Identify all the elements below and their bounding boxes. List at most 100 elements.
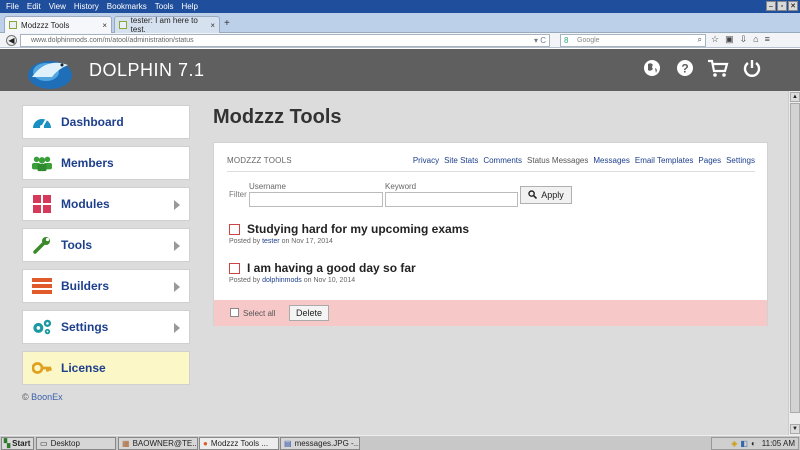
- select-all-checkbox[interactable]: [230, 308, 239, 317]
- cart-icon[interactable]: [707, 57, 729, 79]
- post-checkbox[interactable]: [229, 224, 240, 235]
- menu-icon[interactable]: ≡: [765, 34, 770, 45]
- reload-icon[interactable]: C: [540, 36, 546, 45]
- scrollbar-thumb[interactable]: [790, 103, 800, 413]
- system-tray: ◈ ◧ ◐ 11:05 AM: [711, 437, 799, 450]
- users-icon: [32, 153, 52, 173]
- search-icon[interactable]: ⌕: [698, 35, 702, 45]
- panel-menu-messages[interactable]: Messages: [593, 156, 629, 165]
- username-input[interactable]: [249, 192, 383, 207]
- delete-button[interactable]: Delete: [289, 305, 329, 321]
- minimize-icon[interactable]: –: [766, 1, 776, 11]
- menu-bar: File Edit View History Bookmarks Tools H…: [0, 0, 800, 13]
- tab-close-icon[interactable]: ×: [102, 21, 107, 30]
- chevron-right-icon: [174, 282, 180, 292]
- help-icon[interactable]: ?: [674, 57, 696, 79]
- panel-menu-comments[interactable]: Comments: [483, 156, 522, 165]
- chevron-right-icon: [174, 323, 180, 333]
- page-title: Modzzz Tools: [213, 106, 342, 128]
- post-prefix: Posted by: [229, 238, 261, 245]
- dropdown-icon[interactable]: ▾: [534, 36, 538, 45]
- copyright-symbol: ©: [22, 392, 29, 402]
- sidebar-item-modules[interactable]: Modules: [22, 187, 190, 221]
- windows-logo-icon: ▚: [4, 439, 11, 448]
- panel-menu-site-stats[interactable]: Site Stats: [444, 156, 478, 165]
- panel-title: MODZZZ TOOLS: [227, 156, 292, 165]
- post-author-link[interactable]: dolphinmods: [262, 277, 302, 284]
- shield-icon[interactable]: ◈: [731, 439, 737, 448]
- sidebar: Dashboard Members Modules Tools Builders…: [22, 105, 190, 402]
- browser-toolbar-icons: ☆ ▣ ⇩ ⌂ ≡: [711, 34, 770, 45]
- desktop-icon: ▭: [40, 439, 48, 448]
- taskbar-item-browser[interactable]: ● Modzzz Tools ...: [199, 437, 279, 450]
- navigation-bar: ◀ www.dolphinmods.com/m/atool/administra…: [0, 33, 800, 48]
- post-checkbox[interactable]: [229, 263, 240, 274]
- panel-menu-pages[interactable]: Pages: [698, 156, 721, 165]
- wrench-icon: [32, 235, 52, 255]
- apply-label: Apply: [541, 190, 564, 200]
- gears-icon: [32, 317, 52, 337]
- menu-tools[interactable]: Tools: [155, 2, 174, 11]
- panel-menu-status-messages[interactable]: Status Messages: [527, 156, 588, 165]
- volume-icon[interactable]: ◐: [751, 439, 756, 448]
- scroll-down-icon[interactable]: ▼: [790, 424, 800, 434]
- bookmark-star-icon[interactable]: ☆: [711, 34, 719, 45]
- menu-view[interactable]: View: [49, 2, 66, 11]
- panel-menu-settings[interactable]: Settings: [726, 156, 755, 165]
- globe-icon[interactable]: [641, 57, 663, 79]
- sidebar-item-license[interactable]: License: [22, 351, 190, 385]
- menu-help[interactable]: Help: [181, 2, 197, 11]
- post-prefix: Posted by: [229, 277, 261, 284]
- content-area: Dashboard Members Modules Tools Builders…: [0, 91, 800, 435]
- taskbar-item-messages[interactable]: ▤ messages.JPG -...: [280, 437, 360, 450]
- dolphin-logo-icon[interactable]: [22, 51, 78, 91]
- clipboard-icon[interactable]: ▣: [725, 34, 734, 45]
- taskbar-item-baowner[interactable]: ▦ BAOWNER@TE...: [118, 437, 198, 450]
- tab-modzzz-tools[interactable]: Modzzz Tools ×: [4, 16, 112, 33]
- apply-button[interactable]: Apply: [520, 186, 572, 204]
- keyword-input[interactable]: [385, 192, 518, 207]
- new-tab-button[interactable]: +: [224, 18, 230, 29]
- sidebar-item-dashboard[interactable]: Dashboard: [22, 105, 190, 139]
- panel-menu-email-templates[interactable]: Email Templates: [635, 156, 694, 165]
- close-icon[interactable]: ✕: [788, 1, 798, 11]
- sidebar-item-label: Modules: [61, 197, 110, 211]
- post-author-link[interactable]: tester: [262, 238, 280, 245]
- sidebar-item-members[interactable]: Members: [22, 146, 190, 180]
- home-icon[interactable]: ⌂: [753, 34, 758, 45]
- scroll-up-icon[interactable]: ▲: [790, 92, 800, 102]
- boonex-link[interactable]: BoonEx: [31, 392, 63, 402]
- network-icon[interactable]: ◧: [740, 439, 748, 448]
- sidebar-item-builders[interactable]: Builders: [22, 269, 190, 303]
- url-bar-buttons: ▾ C: [534, 36, 546, 45]
- sidebar-item-tools[interactable]: Tools: [22, 228, 190, 262]
- download-icon[interactable]: ⇩: [740, 34, 748, 45]
- tab-tester[interactable]: tester: I am here to test. ×: [114, 16, 220, 34]
- url-bar[interactable]: www.dolphinmods.com/m/atool/administrati…: [20, 34, 550, 47]
- page-scrollbar[interactable]: ▲ ▼: [788, 91, 800, 435]
- tab-close-icon[interactable]: ×: [210, 21, 215, 30]
- start-button[interactable]: ▚ Start: [1, 437, 34, 450]
- window-controls: – ▫ ✕: [766, 1, 798, 11]
- menu-file[interactable]: File: [6, 2, 19, 11]
- sidebar-item-label: Builders: [61, 279, 110, 293]
- search-bar[interactable]: 8 Google ⌕: [560, 34, 706, 47]
- username-label: Username: [249, 182, 286, 191]
- taskbar-item-label: Desktop: [50, 439, 80, 448]
- panel-menu-privacy[interactable]: Privacy: [413, 156, 439, 165]
- clock: 11:05 AM: [761, 439, 795, 448]
- sidebar-item-label: License: [61, 361, 106, 375]
- menu-bookmarks[interactable]: Bookmarks: [107, 2, 147, 11]
- restore-icon[interactable]: ▫: [777, 1, 787, 11]
- menu-edit[interactable]: Edit: [27, 2, 41, 11]
- select-all-label[interactable]: Select all: [243, 309, 275, 318]
- tab-label: Modzzz Tools: [21, 20, 70, 30]
- panel-menu: Privacy Site Stats Comments Status Messa…: [413, 156, 755, 165]
- taskbar-item-desktop[interactable]: ▭ Desktop: [36, 437, 116, 450]
- menu-history[interactable]: History: [74, 2, 99, 11]
- power-icon[interactable]: [741, 57, 763, 79]
- sidebar-item-settings[interactable]: Settings: [22, 310, 190, 344]
- grid-icon: [32, 194, 52, 214]
- taskbar: ▚ Start ▭ Desktop ▦ BAOWNER@TE... ● Modz…: [0, 435, 800, 450]
- back-button[interactable]: ◀: [6, 35, 17, 46]
